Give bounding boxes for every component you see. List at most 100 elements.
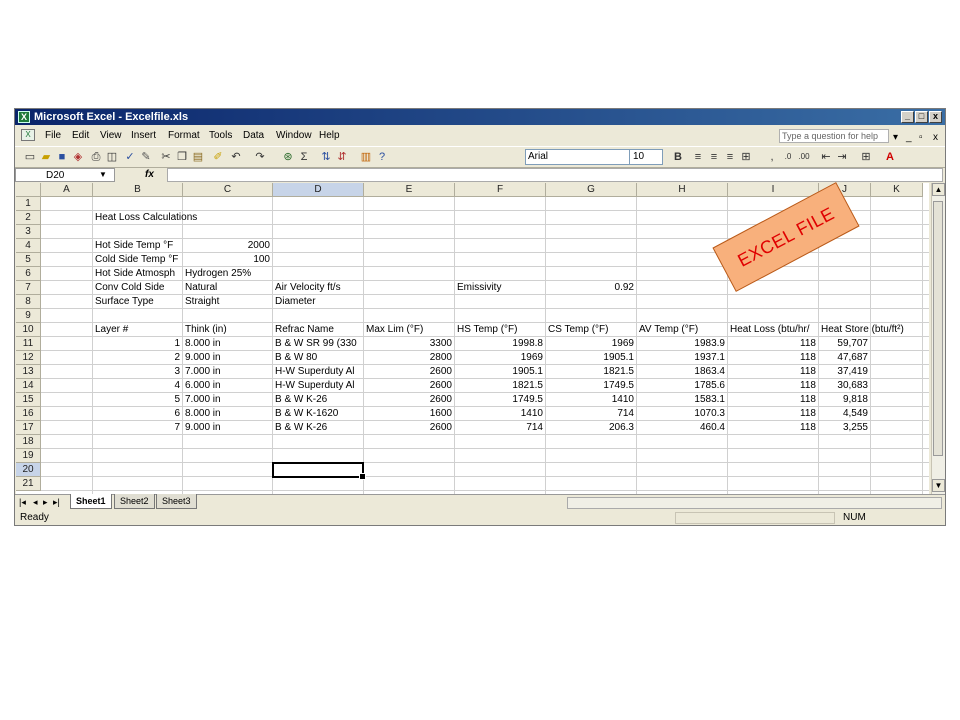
row-header-10[interactable]: 10 [16, 323, 41, 337]
scroll-up-icon[interactable]: ▲ [932, 183, 945, 196]
menu-data[interactable]: Data [243, 126, 264, 145]
cell-d11[interactable]: B & W SR 99 (330 [275, 337, 363, 351]
cell-j17[interactable]: 3,255 [821, 421, 868, 435]
cell-g15[interactable]: 1410 [548, 393, 634, 407]
cell-i11[interactable]: 118 [730, 337, 816, 351]
cell-f15[interactable]: 1749.5 [457, 393, 543, 407]
print-icon[interactable]: ⎙ [89, 150, 103, 164]
autosum-icon[interactable]: Σ [297, 150, 311, 164]
doc-menu-dropdown[interactable]: ▾ [893, 128, 898, 147]
cell-f17[interactable]: 714 [457, 421, 543, 435]
cell-h13[interactable]: 1863.4 [639, 365, 725, 379]
cell-j16[interactable]: 4,549 [821, 407, 868, 421]
cell-b16[interactable]: 6 [95, 407, 180, 421]
cell-h16[interactable]: 1070.3 [639, 407, 725, 421]
cell-d15[interactable]: B & W K-26 [275, 393, 363, 407]
cell-j11[interactable]: 59,707 [821, 337, 868, 351]
row-header-15[interactable]: 15 [16, 393, 41, 407]
cell-g16[interactable]: 714 [548, 407, 634, 421]
hyperlink-icon[interactable]: ⊛ [281, 150, 295, 164]
cell-h11[interactable]: 1983.9 [639, 337, 725, 351]
restore-button[interactable]: □ [915, 111, 928, 123]
cell-f14[interactable]: 1821.5 [457, 379, 543, 393]
cell-c8[interactable]: Straight [185, 295, 270, 309]
cell-b5[interactable]: Cold Side Temp °F [95, 253, 180, 267]
cell-c14[interactable]: 6.000 in [185, 379, 270, 393]
column-header-b[interactable]: B [93, 183, 183, 197]
cell-e17[interactable]: 2600 [366, 421, 452, 435]
cell-h17[interactable]: 460.4 [639, 421, 725, 435]
title-bar[interactable]: X Microsoft Excel - Excelfile.xls _ □ x [15, 109, 945, 125]
cell-g13[interactable]: 1821.5 [548, 365, 634, 379]
cell-c6[interactable]: Hydrogen 25% [185, 267, 270, 281]
vertical-scrollbar[interactable]: ▲ ▼ [931, 183, 945, 494]
horizontal-scrollbar[interactable] [567, 497, 942, 509]
menu-file[interactable]: File [45, 126, 61, 145]
column-header-e[interactable]: E [364, 183, 455, 197]
row-header-11[interactable]: 11 [16, 337, 41, 351]
open-icon[interactable]: ▰ [39, 150, 53, 164]
menu-window[interactable]: Window [276, 126, 312, 145]
cell-e13[interactable]: 2600 [366, 365, 452, 379]
row-header-9[interactable]: 9 [16, 309, 41, 323]
spelling-icon[interactable]: ✓ [123, 150, 137, 164]
sort-descending-icon[interactable]: ⇵ [335, 150, 349, 164]
cell-f11[interactable]: 1998.8 [457, 337, 543, 351]
cell-h12[interactable]: 1937.1 [639, 351, 725, 365]
row-header-12[interactable]: 12 [16, 351, 41, 365]
row-header-8[interactable]: 8 [16, 295, 41, 309]
cell-h14[interactable]: 1785.6 [639, 379, 725, 393]
selected-cell-d20[interactable] [272, 462, 366, 480]
cell-e10[interactable]: Max Lim (°F) [366, 323, 452, 337]
next-sheet-icon[interactable]: ▸ [43, 495, 48, 510]
cell-h10[interactable]: AV Temp (°F) [639, 323, 725, 337]
cell-j15[interactable]: 9,818 [821, 393, 868, 407]
cell-b10[interactable]: Layer # [95, 323, 180, 337]
cell-f16[interactable]: 1410 [457, 407, 543, 421]
copy-icon[interactable]: ❐ [175, 150, 189, 164]
help-icon[interactable]: ? [375, 150, 389, 164]
cell-c5[interactable]: 100 [185, 253, 270, 267]
cell-d7[interactable]: Air Velocity ft/s [275, 281, 361, 295]
cell-j10[interactable]: Heat Store (btu/ft²) [821, 323, 904, 337]
save-icon[interactable]: ■ [55, 150, 69, 164]
doc-minimize-button[interactable]: _ [906, 128, 912, 147]
cell-b13[interactable]: 3 [95, 365, 180, 379]
cell-i13[interactable]: 118 [730, 365, 816, 379]
cell-b11[interactable]: 1 [95, 337, 180, 351]
vertical-scroll-thumb[interactable] [933, 201, 943, 456]
paste-icon[interactable]: ▤ [191, 150, 205, 164]
column-header-i[interactable]: I [728, 183, 819, 197]
cell-i12[interactable]: 118 [730, 351, 816, 365]
column-header-f[interactable]: F [455, 183, 546, 197]
permission-icon[interactable]: ◈ [71, 150, 85, 164]
workbook-icon[interactable]: X [21, 129, 35, 141]
cell-g12[interactable]: 1905.1 [548, 351, 634, 365]
decrease-decimal-icon[interactable]: .00 [797, 150, 811, 164]
row-header-19[interactable]: 19 [16, 449, 41, 463]
cell-e16[interactable]: 1600 [366, 407, 452, 421]
last-sheet-icon[interactable]: ▸| [53, 495, 60, 510]
column-header-k[interactable]: K [871, 183, 923, 197]
cell-j14[interactable]: 30,683 [821, 379, 868, 393]
row-header-4[interactable]: 4 [16, 239, 41, 253]
cell-d10[interactable]: Refrac Name [275, 323, 361, 337]
menu-view[interactable]: View [100, 126, 122, 145]
print-preview-icon[interactable]: ◫ [105, 150, 119, 164]
ask-question-input[interactable]: Type a question for help [779, 129, 889, 143]
cell-f7[interactable]: Emissivity [457, 281, 543, 295]
cell-c4[interactable]: 2000 [185, 239, 270, 253]
cell-g11[interactable]: 1969 [548, 337, 634, 351]
cell-e11[interactable]: 3300 [366, 337, 452, 351]
column-header-c[interactable]: C [183, 183, 273, 197]
cell-b7[interactable]: Conv Cold Side [95, 281, 180, 295]
menu-insert[interactable]: Insert [131, 126, 156, 145]
doc-close-button[interactable]: x [933, 128, 938, 147]
cell-c16[interactable]: 8.000 in [185, 407, 270, 421]
cell-d8[interactable]: Diameter [275, 295, 361, 309]
row-header-3[interactable]: 3 [16, 225, 41, 239]
chart-wizard-icon[interactable]: ▥ [359, 150, 373, 164]
cell-e14[interactable]: 2600 [366, 379, 452, 393]
cell-e12[interactable]: 2800 [366, 351, 452, 365]
tab-sheet2[interactable]: Sheet2 [114, 494, 155, 509]
